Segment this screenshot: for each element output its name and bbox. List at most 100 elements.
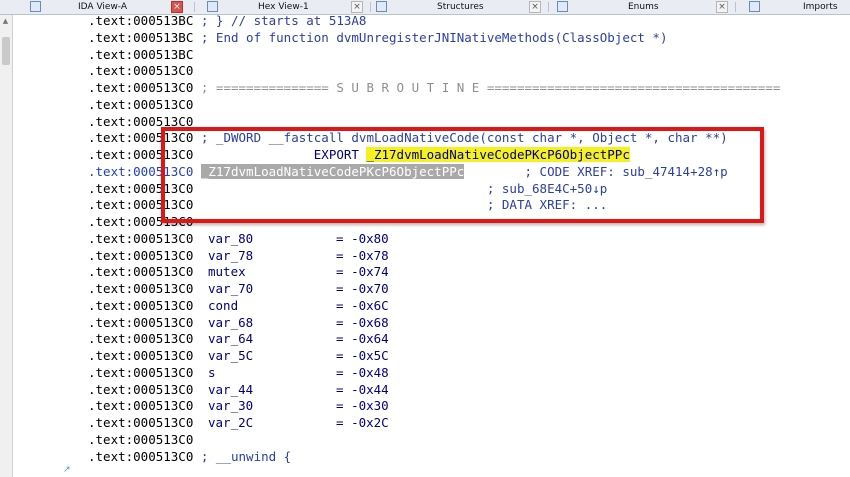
- stack-variable-offset: = -0x70: [336, 281, 389, 296]
- stack-variable-name[interactable]: var_2C: [208, 414, 253, 431]
- tab-imports[interactable]: Imports: [803, 0, 838, 14]
- listing-line[interactable]: .text:000513C0 ; _DWORD __fastcall dvmLo…: [88, 129, 728, 146]
- listing-line[interactable]: .text:000513BC ; End of function dvmUnre…: [88, 29, 667, 46]
- listing-line[interactable]: .text:000513C0 var_70 = -0x70: [88, 280, 389, 297]
- listing-line[interactable]: .text:000513BC: [88, 46, 193, 63]
- listing-line[interactable]: .text:000513C0: [88, 213, 193, 230]
- stack-variable-name[interactable]: var_64: [208, 330, 253, 347]
- listing-line[interactable]: .text:000513C0 var_5C = -0x5C: [88, 347, 389, 364]
- line-address: .text:000513C0: [88, 180, 194, 196]
- scroll-up-icon[interactable]: ▲: [1, 17, 10, 26]
- structures-icon: [376, 1, 387, 12]
- stack-variable-name[interactable]: var_30: [208, 397, 253, 414]
- line-address: .text:000513C0: [88, 331, 194, 347]
- line-address: .text:000513C0: [88, 398, 194, 414]
- line-address: .text:000513C0: [88, 381, 194, 397]
- stack-variable-offset: = -0x5C: [336, 348, 389, 363]
- tab-separator: [194, 2, 195, 12]
- stack-variable-name[interactable]: var_68: [208, 314, 253, 331]
- export-symbol-name[interactable]: _Z17dvmLoadNativeCodePKcP6ObjectPPc: [366, 147, 630, 162]
- offset-value: -0x80: [351, 230, 389, 246]
- offset-value: -0x64: [351, 331, 389, 347]
- left-gutter: ▲: [0, 15, 13, 477]
- listing-line[interactable]: .text:000513C0 var_2C = -0x2C: [88, 414, 389, 431]
- xref-comment[interactable]: ; sub_68E4C+50↓p: [193, 181, 607, 196]
- stack-variable-offset: = -0x30: [336, 398, 389, 414]
- line-address: .text:000513C0: [88, 247, 194, 263]
- tab-separator: [370, 2, 371, 12]
- line-address: .text:000513C0: [88, 214, 194, 229]
- scrollbar-thumb[interactable]: [2, 37, 10, 65]
- stack-variable-name[interactable]: var_78: [208, 247, 253, 264]
- listing-line[interactable]: .text:000513C0 ; __unwind {: [88, 448, 291, 465]
- listing-line[interactable]: .text:000513C0 EXPORT _Z17dvmLoadNativeC…: [88, 146, 630, 163]
- stack-variable-name[interactable]: mutex: [208, 263, 246, 280]
- stack-variable-offset: = -0x78: [336, 247, 389, 263]
- listing-line[interactable]: .text:000513C0 var_68 = -0x68: [88, 314, 389, 331]
- line-address: .text:000513BC: [88, 46, 194, 62]
- tab-structures[interactable]: Structures: [437, 0, 484, 14]
- listing-line[interactable]: .text:000513C0: [88, 62, 193, 79]
- stack-variable-offset: = -0x48: [336, 364, 389, 380]
- listing-line[interactable]: .text:000513C0: [88, 96, 193, 113]
- line-address: .text:000513BC: [88, 13, 194, 28]
- line-address: .text:000513BC: [88, 29, 194, 45]
- listing-line[interactable]: .text:000513BC ; } // starts at 513A8: [88, 12, 366, 29]
- line-address: .text:000513C0: [88, 448, 194, 464]
- stack-variable-offset: = -0x80: [336, 230, 389, 246]
- offset-value: -0x78: [351, 247, 389, 263]
- line-address: .text:000513C0: [88, 314, 194, 330]
- line-address: .text:000513C0: [88, 113, 194, 129]
- export-keyword: EXPORT: [193, 147, 367, 162]
- offset-value: -0x74: [351, 264, 389, 280]
- function-label[interactable]: _Z17dvmLoadNativeCodePKcP6ObjectPPc: [200, 163, 465, 179]
- stack-variable-name[interactable]: var_5C: [208, 347, 253, 364]
- line-address: .text:000513C0: [88, 96, 194, 112]
- line-address: .text:000513C0: [88, 364, 194, 380]
- listing-line[interactable]: .text:000513C0 s = -0x48: [88, 364, 389, 381]
- close-tab-enums-icon[interactable]: ×: [716, 1, 728, 13]
- stack-variable-name[interactable]: var_70: [208, 280, 253, 297]
- enums-icon: [557, 1, 568, 12]
- xref-comment[interactable]: ; DATA XREF: ...: [193, 197, 607, 212]
- line-address: .text:000513C0: [88, 431, 194, 447]
- listing-line[interactable]: .text:000513C0: [88, 431, 193, 448]
- line-address: .text:000513C0: [88, 348, 194, 363]
- listing-line[interactable]: .text:000513C0 ; =============== S U B R…: [88, 79, 780, 96]
- listing-line[interactable]: .text:000513C0 var_80 = -0x80: [88, 230, 389, 247]
- line-address: .text:000513C0: [88, 197, 194, 213]
- listing-line[interactable]: .text:000513C0 cond = -0x6C: [88, 297, 389, 314]
- close-tab-structures-icon[interactable]: ×: [529, 1, 541, 13]
- listing-line[interactable]: .text:000513C0: [88, 113, 193, 130]
- listing-line[interactable]: .text:000513C0 var_30 = -0x30: [88, 397, 389, 414]
- line-comment: ; } // starts at 513A8: [193, 13, 367, 28]
- subroutine-separator: ; =============== S U B R O U T I N E ==…: [193, 80, 781, 95]
- tab-separator: [548, 2, 549, 12]
- stack-variable-name[interactable]: cond: [208, 297, 238, 314]
- line-address: .text:000513C0: [88, 163, 194, 179]
- tab-enums[interactable]: Enums: [628, 0, 659, 14]
- ida-view-icon: [30, 1, 41, 12]
- line-address: .text:000513C0: [88, 63, 194, 79]
- xref-comment[interactable]: ; CODE XREF: sub_47414+28↑p: [464, 164, 728, 179]
- stack-variable-name[interactable]: s: [208, 364, 216, 381]
- listing-line[interactable]: .text:000513C0 _Z17dvmLoadNativeCodePKcP…: [88, 163, 728, 180]
- line-comment: ; _DWORD __fastcall dvmLoadNativeCode(co…: [193, 130, 728, 146]
- line-address: .text:000513C0: [88, 147, 194, 162]
- offset-value: -0x68: [351, 314, 389, 330]
- line-address: .text:000513C0: [88, 230, 194, 246]
- arrow-icon: ↗: [63, 465, 71, 475]
- stack-variable-name[interactable]: var_44: [208, 381, 253, 398]
- listing-line[interactable]: .text:000513C0 ; sub_68E4C+50↓p: [88, 180, 607, 197]
- line-address: .text:000513C0: [88, 297, 194, 313]
- listing-line[interactable]: .text:000513C0 var_44 = -0x44: [88, 381, 389, 398]
- offset-value: -0x6C: [351, 297, 389, 313]
- tab-separator: [735, 2, 736, 12]
- stack-variable-name[interactable]: var_80: [208, 230, 253, 247]
- line-address: .text:000513C0: [88, 264, 194, 280]
- listing-line[interactable]: .text:000513C0 var_64 = -0x64: [88, 330, 389, 347]
- offset-value: -0x44: [351, 381, 389, 397]
- listing-line[interactable]: .text:000513C0 mutex = -0x74: [88, 263, 389, 280]
- listing-line[interactable]: .text:000513C0 ; DATA XREF: ...: [88, 196, 607, 213]
- listing-line[interactable]: .text:000513C0 var_78 = -0x78: [88, 247, 389, 264]
